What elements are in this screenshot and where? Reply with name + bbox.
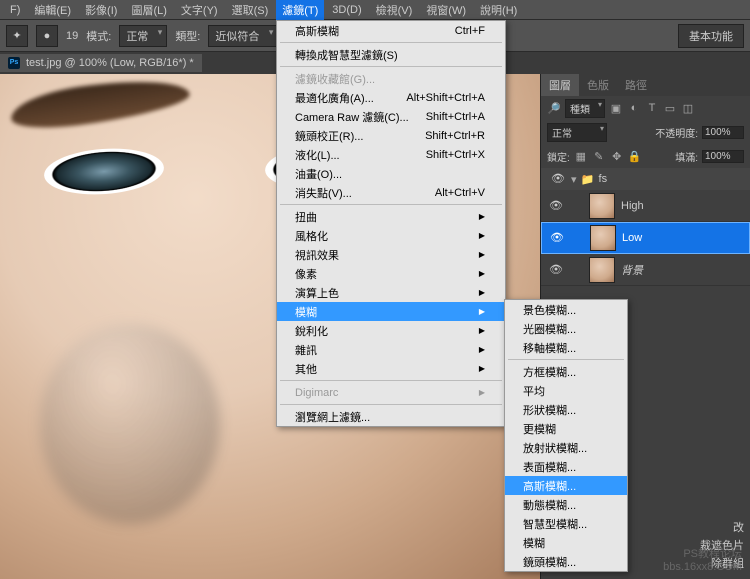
submenu-item[interactable]: 平均 — [505, 381, 627, 400]
main-menubar: F) 編輯(E) 影像(I) 圖層(L) 文字(Y) 選取(S) 濾鏡(T) 3… — [0, 0, 750, 20]
ps-file-icon: Ps — [8, 57, 20, 69]
layer-thumb — [590, 225, 616, 251]
menu-item[interactable]: 視訊效果 — [277, 245, 505, 264]
filter-smart-icon[interactable]: ◫ — [681, 101, 695, 115]
menu-item[interactable]: 銳利化 — [277, 321, 505, 340]
submenu-item[interactable]: 模糊 — [505, 533, 627, 552]
fill-input[interactable]: 100% — [702, 150, 744, 163]
opacity-input[interactable]: 100% — [702, 126, 744, 139]
submenu-item[interactable]: 鏡頭模糊... — [505, 552, 627, 571]
menu-item[interactable]: 風格化 — [277, 226, 505, 245]
document-title: test.jpg @ 100% (Low, RGB/16*) * — [26, 57, 194, 69]
type-label: 類型: — [175, 28, 200, 44]
eye-icon[interactable]: 👁 — [550, 231, 564, 245]
layer-name: High — [621, 200, 644, 212]
filter-menu: 高斯模糊Ctrl+F 轉換成智慧型濾鏡(S) 濾鏡收藏館(G)...最適化廣角(A)… — [276, 20, 506, 427]
menu-filter[interactable]: 濾鏡(T) — [276, 0, 324, 20]
layer-name: Low — [622, 232, 642, 244]
folder-icon: 📁 — [581, 172, 595, 186]
filter-shape-icon[interactable]: ▭ — [663, 101, 677, 115]
layer-row-low[interactable]: 👁 Low — [541, 222, 750, 254]
submenu-item[interactable]: 形狀模糊... — [505, 400, 627, 419]
filter-type-icon[interactable]: T — [645, 101, 659, 115]
menu-help[interactable]: 說明(H) — [474, 0, 523, 20]
submenu-item[interactable]: 智慧型模糊... — [505, 514, 627, 533]
layer-row-bg[interactable]: 👁 背景 — [541, 254, 750, 286]
fill-label: 填滿: — [675, 149, 698, 164]
mode-label: 模式: — [86, 28, 111, 44]
chevron-down-icon[interactable]: ▾ — [571, 173, 577, 186]
kind-dropdown[interactable]: 種類 — [565, 99, 605, 118]
menu-select[interactable]: 選取(S) — [226, 0, 275, 20]
brush-size-thumb[interactable]: ● — [36, 25, 58, 47]
menu-item[interactable]: Camera Raw 濾鏡(C)...Shift+Ctrl+A — [277, 107, 505, 126]
document-tab[interactable]: Ps test.jpg @ 100% (Low, RGB/16*) * — [0, 54, 202, 72]
workspace-button[interactable]: 基本功能 — [678, 24, 744, 48]
search-icon[interactable]: 🔎 — [547, 101, 561, 115]
lock-all-icon[interactable]: 🔒 — [628, 149, 642, 163]
filter-image-icon[interactable]: ▣ — [609, 101, 623, 115]
menu-item[interactable]: 瀏覽網上濾鏡... — [277, 407, 505, 426]
submenu-item[interactable]: 表面模糊... — [505, 457, 627, 476]
menu-layer[interactable]: 圖層(L) — [125, 0, 172, 20]
menu-image[interactable]: 影像(I) — [79, 0, 123, 20]
tab-channels[interactable]: 色版 — [579, 74, 617, 96]
opacity-label: 不透明度: — [655, 125, 698, 140]
menu-item[interactable]: 演算上色 — [277, 283, 505, 302]
menu-item[interactable]: 轉換成智慧型濾鏡(S) — [277, 45, 505, 64]
layer-name: 背景 — [621, 262, 643, 278]
menu-item[interactable]: 像素 — [277, 264, 505, 283]
lock-move-icon[interactable]: ✥ — [610, 149, 624, 163]
menu-item: Digimarc — [277, 383, 505, 402]
panel-tabs: 圖層 色版 路徑 — [541, 74, 750, 96]
eye-icon[interactable]: 👁 — [551, 172, 565, 186]
menu-item[interactable]: 油畫(O)... — [277, 164, 505, 183]
layer-group-row[interactable]: 👁 ▾ 📁 fs — [541, 168, 750, 190]
submenu-item[interactable]: 光圈模糊... — [505, 319, 627, 338]
menu-item[interactable]: 其他 — [277, 359, 505, 378]
blend-mode-dropdown[interactable]: 正常 — [547, 123, 607, 142]
menu-item[interactable]: 高斯模糊Ctrl+F — [277, 21, 505, 40]
lock-trans-icon[interactable]: ▦ — [574, 149, 588, 163]
filter-adjust-icon[interactable]: ◐ — [627, 101, 641, 115]
eye-icon[interactable]: 👁 — [549, 199, 563, 213]
menu-item[interactable]: 消失點(V)...Alt+Ctrl+V — [277, 183, 505, 202]
layer-thumb — [589, 193, 615, 219]
menu-item[interactable]: 鏡頭校正(R)...Shift+Ctrl+R — [277, 126, 505, 145]
menu-edit[interactable]: 編輯(E) — [28, 0, 77, 20]
eye-icon[interactable]: 👁 — [549, 263, 563, 277]
submenu-item[interactable]: 景色模糊... — [505, 300, 627, 319]
submenu-item[interactable]: 更模糊 — [505, 419, 627, 438]
group-name: fs — [599, 173, 608, 185]
submenu-item[interactable]: 動態模糊... — [505, 495, 627, 514]
layer-thumb — [589, 257, 615, 283]
menu-file[interactable]: F) — [4, 2, 26, 18]
menu-item: 濾鏡收藏館(G)... — [277, 69, 505, 88]
type-dropdown[interactable]: 近似符合 — [208, 25, 278, 47]
menu-window[interactable]: 視窗(W) — [420, 0, 472, 20]
menu-item[interactable]: 最適化廣角(A)...Alt+Shift+Ctrl+A — [277, 88, 505, 107]
submenu-item[interactable]: 放射狀模糊... — [505, 438, 627, 457]
menu-item[interactable]: 液化(L)...Shift+Ctrl+X — [277, 145, 505, 164]
submenu-item[interactable]: 高斯模糊... — [505, 476, 627, 495]
layer-row-high[interactable]: 👁 High — [541, 190, 750, 222]
menu-item[interactable]: 扭曲 — [277, 207, 505, 226]
menu-item[interactable]: 模糊 — [277, 302, 505, 321]
menu-type[interactable]: 文字(Y) — [175, 0, 224, 20]
submenu-item[interactable]: 移軸模糊... — [505, 338, 627, 357]
blur-submenu: 景色模糊...光圈模糊...移軸模糊... 方框模糊...平均形狀模糊...更模糊… — [504, 299, 628, 572]
submenu-item[interactable]: 方框模糊... — [505, 362, 627, 381]
lock-label: 鎖定: — [547, 149, 570, 164]
tab-paths[interactable]: 路徑 — [617, 74, 655, 96]
tool-icon[interactable]: ✦ — [6, 25, 28, 47]
lock-paint-icon[interactable]: ✎ — [592, 149, 606, 163]
menu-3d[interactable]: 3D(D) — [326, 2, 367, 18]
brush-size-value: 19 — [66, 30, 78, 42]
mode-dropdown[interactable]: 正常 — [119, 25, 167, 47]
menu-item[interactable]: 雜訊 — [277, 340, 505, 359]
menu-view[interactable]: 檢視(V) — [370, 0, 419, 20]
tab-layers[interactable]: 圖層 — [541, 74, 579, 96]
